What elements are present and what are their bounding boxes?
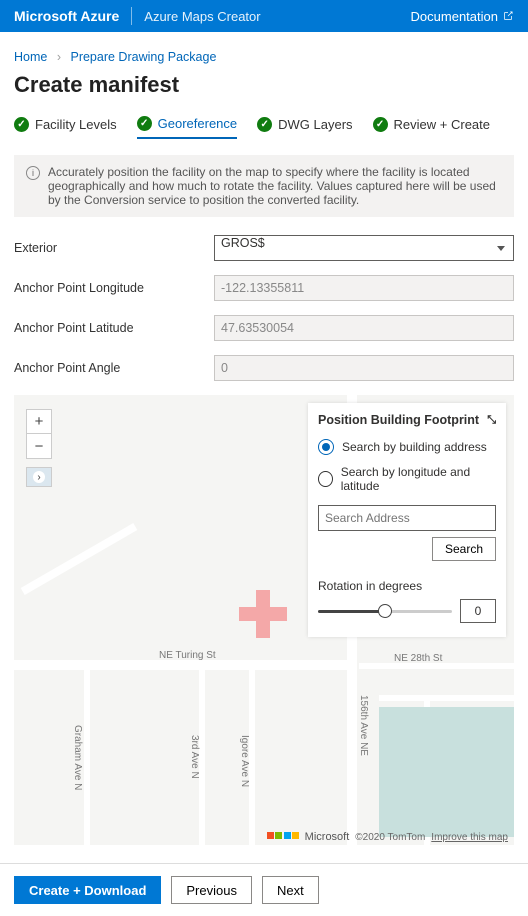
layer-button[interactable]: › bbox=[26, 467, 52, 487]
panel-title: Position Building Footprint bbox=[318, 413, 479, 427]
chevron-right-icon: › bbox=[33, 471, 45, 483]
topbar: Microsoft Azure Azure Maps Creator Docum… bbox=[0, 0, 528, 32]
breadcrumb-current[interactable]: Prepare Drawing Package bbox=[70, 50, 216, 64]
angle-input bbox=[214, 355, 514, 381]
wizard-tabs: ✓Facility Levels ✓Georeference ✓DWG Laye… bbox=[14, 116, 514, 139]
street-label: Igore Ave N bbox=[239, 735, 250, 787]
breadcrumb-home[interactable]: Home bbox=[14, 50, 47, 64]
street-label: NE Turing St bbox=[159, 650, 216, 661]
zoom-in-button[interactable]: + bbox=[27, 410, 51, 434]
rotation-value-input[interactable]: 0 bbox=[460, 599, 496, 623]
create-download-button[interactable]: Create + Download bbox=[14, 876, 161, 904]
check-icon: ✓ bbox=[137, 116, 152, 131]
attrib-copy: ©2020 TomTom bbox=[355, 832, 425, 843]
topbar-divider bbox=[131, 7, 132, 25]
attrib-brand: Microsoft bbox=[305, 831, 350, 843]
check-icon: ✓ bbox=[14, 117, 29, 132]
tab-georeference[interactable]: ✓Georeference bbox=[137, 116, 238, 139]
info-icon: i bbox=[26, 166, 40, 180]
rotation-slider[interactable] bbox=[318, 601, 452, 621]
latitude-label: Anchor Point Latitude bbox=[14, 321, 214, 335]
next-button[interactable]: Next bbox=[262, 876, 319, 904]
radio-icon bbox=[318, 471, 333, 487]
street-label: 156th Ave NE bbox=[358, 695, 369, 756]
app-name: Azure Maps Creator bbox=[144, 9, 260, 24]
street-label: NE 28th St bbox=[394, 653, 442, 664]
exterior-select[interactable]: GROS$ bbox=[214, 235, 514, 261]
info-banner: i Accurately position the facility on th… bbox=[14, 155, 514, 217]
rotation-label: Rotation in degrees bbox=[318, 579, 496, 593]
slider-thumb-icon[interactable] bbox=[378, 604, 392, 618]
info-text: Accurately position the facility on the … bbox=[48, 165, 502, 207]
footer-bar: Create + Download Previous Next bbox=[0, 863, 528, 916]
radio-search-coords[interactable]: Search by longitude and latitude bbox=[318, 465, 496, 493]
microsoft-logo-icon bbox=[267, 832, 299, 843]
breadcrumb: Home › Prepare Drawing Package bbox=[14, 50, 514, 64]
documentation-link[interactable]: Documentation bbox=[411, 9, 514, 24]
chevron-right-icon: › bbox=[57, 50, 61, 64]
tab-review-create[interactable]: ✓Review + Create bbox=[373, 116, 490, 139]
tab-dwg-layers[interactable]: ✓DWG Layers bbox=[257, 116, 352, 139]
zoom-control: + − bbox=[26, 409, 52, 459]
check-icon: ✓ bbox=[257, 117, 272, 132]
map-canvas[interactable]: NE Turing St NE 28th St Graham Ave N 3rd… bbox=[14, 395, 514, 845]
improve-map-link[interactable]: Improve this map bbox=[431, 832, 508, 843]
check-icon: ✓ bbox=[373, 117, 388, 132]
brand-logo[interactable]: Microsoft Azure bbox=[14, 8, 119, 24]
previous-button[interactable]: Previous bbox=[171, 876, 252, 904]
exterior-label: Exterior bbox=[14, 241, 214, 255]
latitude-input bbox=[214, 315, 514, 341]
building-marker-icon[interactable] bbox=[239, 590, 287, 638]
search-address-input[interactable] bbox=[318, 505, 496, 531]
radio-search-address[interactable]: Search by building address bbox=[318, 439, 496, 455]
map-attribution: Microsoft ©2020 TomTom Improve this map bbox=[267, 831, 508, 843]
tab-facility-levels[interactable]: ✓Facility Levels bbox=[14, 116, 117, 139]
street-label: Graham Ave N bbox=[72, 725, 83, 790]
street-label: 3rd Ave N bbox=[189, 735, 200, 779]
page-title: Create manifest bbox=[14, 72, 514, 98]
footprint-panel: Position Building Footprint ⤡ Search by … bbox=[308, 403, 506, 637]
zoom-out-button[interactable]: − bbox=[27, 434, 51, 458]
longitude-label: Anchor Point Longitude bbox=[14, 281, 214, 295]
angle-label: Anchor Point Angle bbox=[14, 361, 214, 375]
external-link-icon bbox=[502, 10, 514, 22]
collapse-icon[interactable]: ⤡ bbox=[487, 414, 496, 427]
radio-icon bbox=[318, 439, 334, 455]
longitude-input bbox=[214, 275, 514, 301]
search-button[interactable]: Search bbox=[432, 537, 496, 561]
